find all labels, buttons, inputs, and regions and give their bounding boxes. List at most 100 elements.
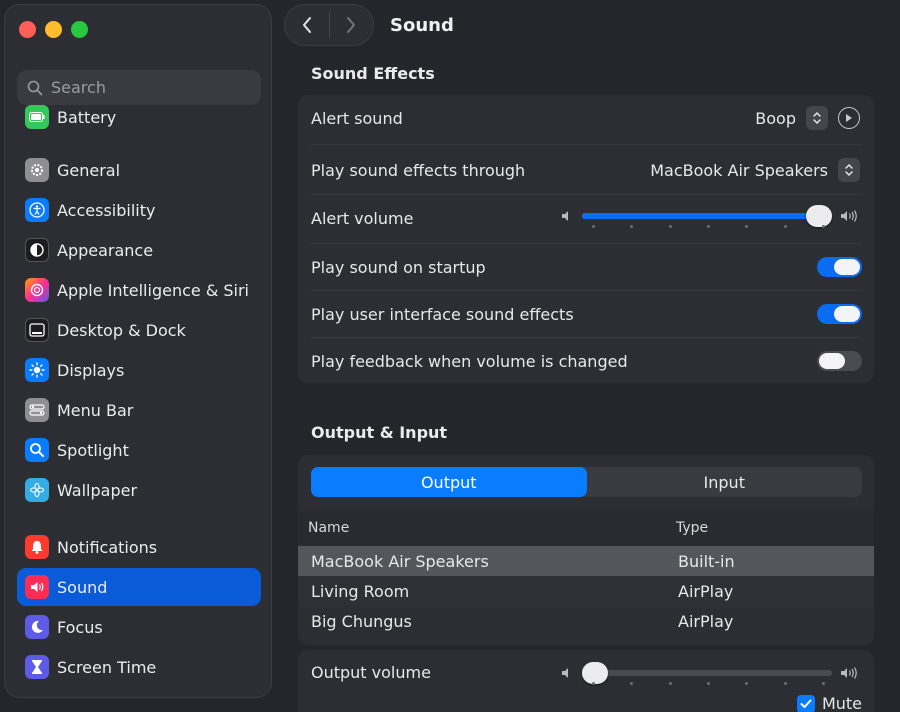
- slider-tick: [630, 225, 634, 228]
- checkmark-icon: [800, 699, 812, 708]
- sidebar-item-screen-time[interactable]: Screen Time: [17, 648, 261, 686]
- alert-sound-popup-button[interactable]: [806, 106, 828, 130]
- sidebar-item-desktop-dock[interactable]: Desktop & Dock: [17, 311, 261, 349]
- mute-label: Mute: [821, 694, 862, 712]
- mute-checkbox-group[interactable]: Mute: [796, 694, 862, 712]
- sidebar-item-label: Spotlight: [57, 440, 129, 460]
- column-header-name[interactable]: Name: [308, 520, 349, 536]
- sidebar-item-focus[interactable]: Focus: [17, 608, 261, 646]
- sidebar-item-label: Focus: [57, 617, 103, 637]
- back-button[interactable]: [285, 5, 329, 45]
- sidebar-item-notifications[interactable]: Notifications: [17, 528, 261, 566]
- sidebar-item-label: Accessibility: [57, 200, 156, 220]
- play-through-value[interactable]: MacBook Air Speakers: [650, 161, 828, 180]
- mute-checkbox[interactable]: [796, 694, 815, 712]
- slider-tick: [668, 225, 672, 228]
- moon-icon: [25, 615, 49, 639]
- slider-tick: [707, 682, 710, 685]
- sidebar-item-general[interactable]: General: [17, 151, 261, 189]
- slider-tick: [745, 225, 749, 228]
- output-volume-slider-group: [560, 662, 861, 685]
- window-controls: [19, 21, 88, 38]
- volume-feedback-label: Play feedback when volume is changed: [311, 351, 628, 371]
- output-input-heading: Output & Input: [311, 423, 448, 442]
- volume-low-icon: [560, 666, 574, 680]
- startup-sound-row: Play sound on startup: [298, 244, 874, 290]
- sidebar-item-label: Menu Bar: [57, 400, 134, 420]
- volume-high-icon: [839, 209, 861, 223]
- bell-icon: [25, 535, 49, 559]
- tab-output[interactable]: Output: [311, 467, 587, 497]
- sidebar-item-appearance[interactable]: Appearance: [17, 231, 261, 269]
- play-through-controls: MacBook Air Speakers: [650, 158, 860, 182]
- device-type: Built-in: [678, 551, 735, 571]
- alert-volume-slider-group: [560, 205, 861, 228]
- zoom-window-button[interactable]: [71, 21, 88, 38]
- sidebar-item-label: General: [57, 160, 121, 180]
- alert-volume-thumb[interactable]: [806, 205, 832, 227]
- sidebar-item-displays[interactable]: Displays: [17, 351, 261, 389]
- sidebar-item-apple-intelligence-siri[interactable]: Apple Intelligence & Siri: [17, 271, 261, 309]
- volume-feedback-row: Play feedback when volume is changed: [298, 338, 874, 384]
- slider-ticks: [582, 225, 832, 228]
- slider-tick: [745, 682, 749, 685]
- toggle-knob: [834, 306, 860, 322]
- hourglass-icon: [25, 655, 49, 679]
- table-row[interactable]: Living Room AirPlay: [298, 576, 874, 606]
- minimize-window-button[interactable]: [45, 21, 62, 38]
- table-row[interactable]: Big Chungus AirPlay: [298, 606, 874, 636]
- accessibility-icon: [25, 198, 49, 222]
- sidebar-item-wallpaper[interactable]: Wallpaper: [17, 471, 261, 509]
- alert-sound-row: Alert sound Boop: [298, 95, 874, 141]
- tab-input[interactable]: Input: [587, 467, 863, 497]
- sidebar-item-sound[interactable]: Sound: [17, 568, 261, 606]
- sidebar-item-menu-bar[interactable]: Menu Bar: [17, 391, 261, 429]
- sidebar-item-label: Screen Time: [57, 657, 157, 677]
- play-alert-button[interactable]: [838, 107, 860, 129]
- play-through-row: Play sound effects through MacBook Air S…: [298, 145, 874, 195]
- slider-ticks: [582, 682, 832, 685]
- ui-effects-toggle[interactable]: [817, 304, 862, 324]
- speaker-icon: [25, 575, 49, 599]
- search-input[interactable]: [51, 78, 241, 97]
- battery-icon: [25, 105, 49, 129]
- alert-volume-slider[interactable]: [582, 205, 832, 228]
- startup-sound-toggle[interactable]: [817, 257, 862, 277]
- search-icon: [27, 80, 43, 95]
- flower-icon: [25, 478, 49, 502]
- sidebar-item-spotlight[interactable]: Spotlight: [17, 431, 261, 469]
- alert-volume-fill: [582, 213, 819, 219]
- page-title: Sound: [390, 15, 454, 36]
- slider-tick: [822, 225, 825, 228]
- ui-effects-label: Play user interface sound effects: [311, 304, 574, 324]
- output-volume-thumb[interactable]: [582, 662, 608, 684]
- sidebar-item-accessibility[interactable]: Accessibility: [17, 191, 261, 229]
- alert-sound-controls: Boop: [755, 106, 860, 130]
- sun-icon: [25, 358, 49, 382]
- alert-volume-label: Alert volume: [311, 209, 414, 228]
- table-row[interactable]: MacBook Air Speakers Built-in: [298, 546, 874, 576]
- output-volume-slider[interactable]: [582, 662, 832, 685]
- sidebar-item-battery[interactable]: Battery: [17, 98, 261, 136]
- sidebar-item-label: Sound: [57, 577, 108, 597]
- output-volume-label: Output volume: [311, 662, 431, 682]
- column-header-type[interactable]: Type: [676, 520, 708, 536]
- sidebar-item-label: Battery: [57, 107, 117, 127]
- alert-sound-label: Alert sound: [311, 108, 403, 128]
- slider-tick: [630, 682, 634, 685]
- device-name: Big Chungus: [311, 611, 412, 631]
- play-through-popup-button[interactable]: [838, 158, 860, 182]
- appearance-icon: [25, 238, 49, 262]
- slider-tick: [592, 225, 595, 228]
- menu-bar-icon: [25, 398, 49, 422]
- device-type: AirPlay: [678, 611, 734, 631]
- sidebar-item-label: Notifications: [57, 537, 158, 557]
- sidebar: Battery General Accessibility Appearance: [4, 4, 272, 698]
- forward-button[interactable]: [329, 5, 373, 45]
- play-icon: [846, 114, 852, 122]
- chevron-left-icon: [302, 17, 311, 33]
- volume-feedback-toggle[interactable]: [817, 351, 862, 371]
- slider-tick: [783, 682, 787, 685]
- alert-sound-value[interactable]: Boop: [755, 109, 796, 128]
- close-window-button[interactable]: [19, 21, 36, 38]
